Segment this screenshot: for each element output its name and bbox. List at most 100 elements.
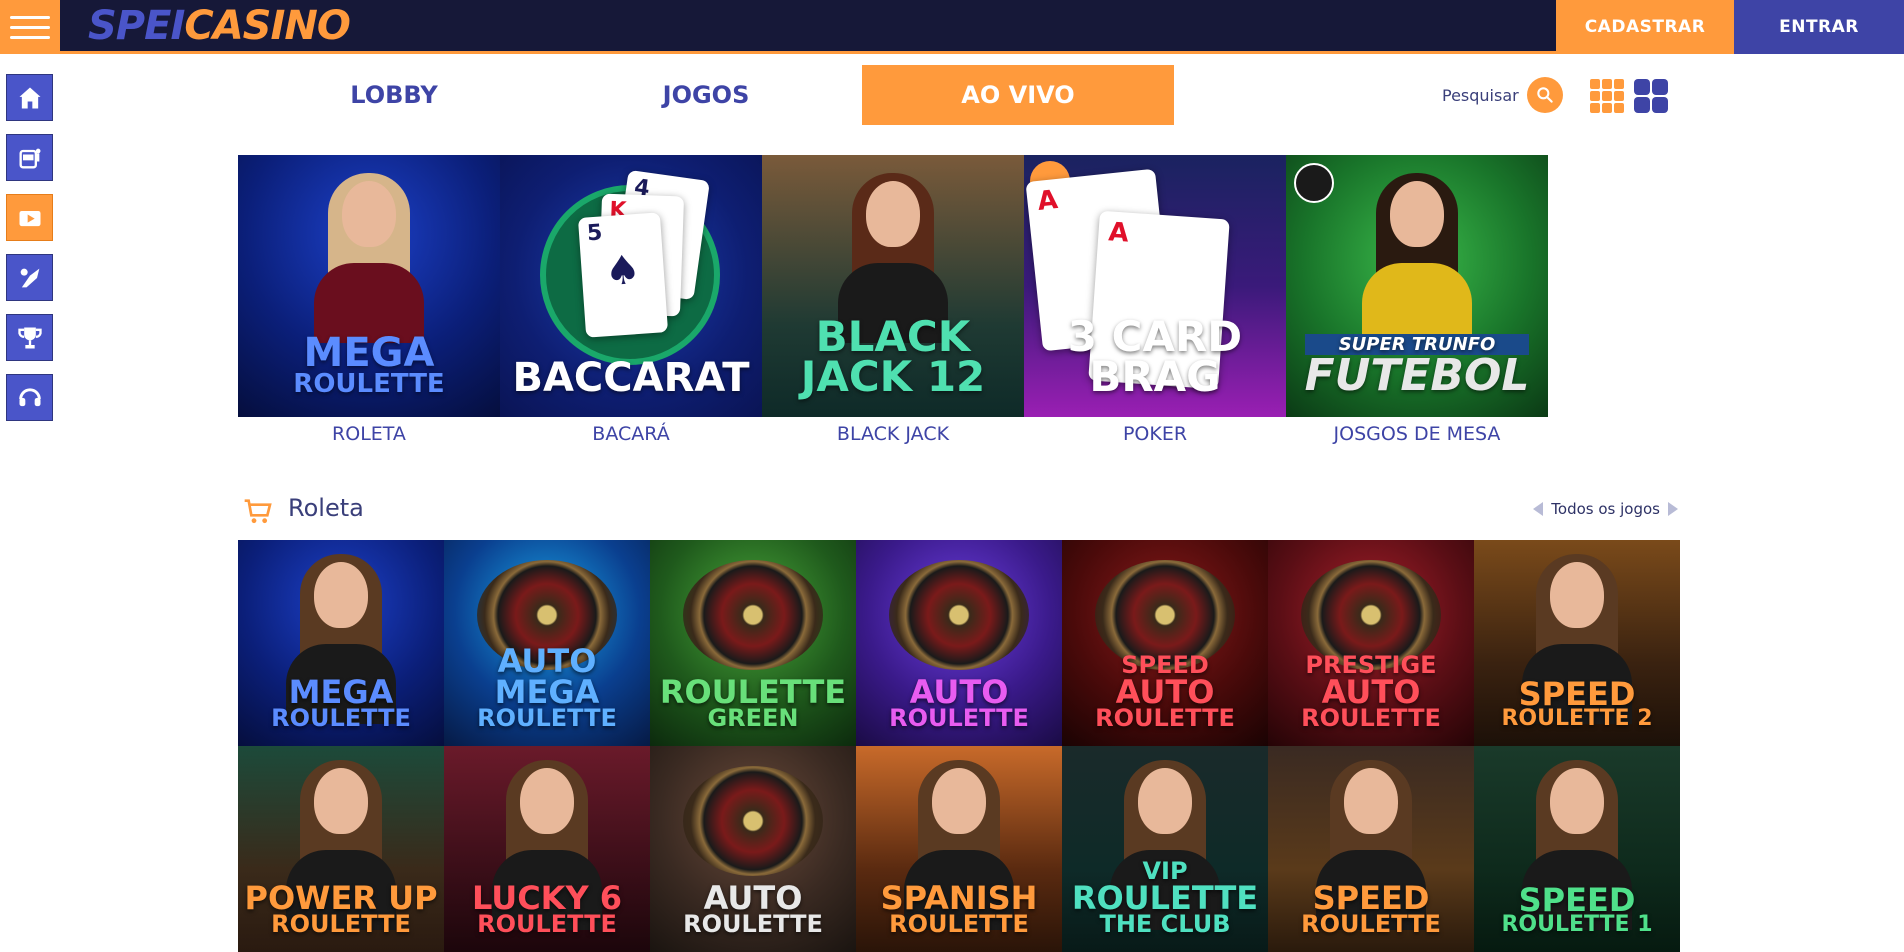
- game-tile[interactable]: AUTO ROULETTE: [856, 540, 1062, 746]
- game-title: SPANISH ROULETTE: [880, 878, 1038, 952]
- site-logo[interactable]: SPEI CASINO: [88, 3, 351, 49]
- roulette-wheel-image: [683, 766, 823, 876]
- register-button[interactable]: CADASTRAR: [1556, 0, 1734, 54]
- dealer-image: [1362, 173, 1472, 343]
- game-title-line: ROULETTE 1: [1501, 912, 1653, 938]
- game-tile[interactable]: PRESTIGE AUTO ROULETTE: [1268, 540, 1474, 746]
- game-tile[interactable]: AUTO MEGA ROULETTE: [444, 540, 650, 746]
- category-jogos-de-mesa[interactable]: SUPER TRUNFO FUTEBOL JOSGOS DE MESA: [1286, 155, 1548, 451]
- game-title-line: THE CLUB: [1099, 910, 1231, 939]
- roulette-wheel-image: [683, 560, 823, 670]
- category-tile-title: MEGA ROULETTE: [293, 330, 445, 400]
- main-nav: LOBBY JOGOS AO VIVO: [238, 65, 1174, 125]
- category-label: BLACK JACK: [836, 423, 950, 445]
- game-title-line: ROULETTE: [889, 704, 1029, 733]
- game-title-line: ROULETTE: [1301, 704, 1441, 733]
- rail-support-button[interactable]: [6, 374, 53, 421]
- game-title-line: LUCKY 6: [471, 878, 623, 917]
- search-label: Pesquisar: [1442, 85, 1519, 105]
- search-control[interactable]: Pesquisar: [1442, 77, 1563, 113]
- rail-slots-button[interactable]: [6, 134, 53, 181]
- category-bacara[interactable]: 4 K 5 ♠ BACCARAT BACARÁ: [500, 155, 762, 451]
- game-title: SPEED ROULETTE 2: [1501, 678, 1653, 746]
- game-title-line: ROULETTE: [477, 704, 617, 733]
- menu-icon[interactable]: [0, 0, 60, 54]
- roulette-wheel-image: [889, 560, 1029, 670]
- top-bar: SPEI CASINO CADASTRAR ENTRAR: [0, 0, 1904, 54]
- game-title-line: ROULETTE: [1095, 704, 1235, 733]
- game-title: POWER UP ROULETTE: [244, 878, 438, 952]
- rail-live-button[interactable]: [6, 194, 53, 241]
- game-tile[interactable]: SPEED ROULETTE 1: [1474, 746, 1680, 952]
- category-image: 4 K 5 ♠ BACCARAT: [500, 155, 762, 417]
- search-button[interactable]: [1526, 77, 1563, 113]
- tab-ao-vivo[interactable]: AO VIVO: [862, 65, 1174, 125]
- play-badge-icon: [1294, 163, 1334, 203]
- game-tile[interactable]: SPEED ROULETTE 2: [1474, 540, 1680, 746]
- category-tile-title: 3 CARD BRAG: [1067, 312, 1243, 402]
- game-title-line: AUTO: [1321, 672, 1421, 711]
- game-tile[interactable]: SPEED ROULETTE: [1268, 746, 1474, 952]
- sports-icon: [20, 268, 39, 287]
- game-title-line: ROULETTE: [683, 910, 823, 939]
- category-black-jack[interactable]: BLACK JACK 12 BLACK JACK: [762, 155, 1024, 451]
- game-grid: MEGA ROULETTE AUTO MEGA ROULETTE ROULETTE GRE…: [238, 540, 1680, 952]
- game-title: ROULETTE GREEN: [659, 672, 847, 746]
- game-title-line: SPEED: [1518, 880, 1636, 919]
- game-tile[interactable]: SPANISH ROULETTE: [856, 746, 1062, 952]
- home-icon: [19, 87, 40, 108]
- game-title: SPEED ROULETTE: [1301, 882, 1441, 952]
- all-games-link[interactable]: Todos os jogos: [1533, 500, 1678, 518]
- game-title: AUTO ROULETTE: [683, 878, 823, 952]
- category-row: MEGA ROULETTE ROLETA 4 K 5 ♠ BACCARAT BAC…: [238, 155, 1548, 451]
- game-title-line: ROULETTE: [1301, 910, 1441, 939]
- live-video-icon: [19, 210, 40, 226]
- game-title-line: ROULETTE: [1071, 878, 1259, 917]
- dealer-image: [838, 173, 948, 343]
- game-title: LUCKY 6 ROULETTE: [471, 878, 623, 952]
- game-tile[interactable]: ROULETTE GREEN: [650, 540, 856, 746]
- rail-tournaments-button[interactable]: [6, 314, 53, 361]
- chevron-left-icon[interactable]: [1533, 502, 1544, 516]
- rail-sports-button[interactable]: [6, 254, 53, 301]
- game-tile[interactable]: MEGA ROULETTE: [238, 540, 444, 746]
- small-grid-view-icon[interactable]: [1590, 79, 1624, 113]
- game-tile[interactable]: VIP ROULETTE THE CLUB: [1062, 746, 1268, 952]
- slot-machine-icon: [19, 148, 40, 168]
- game-title-line: ROULETTE: [477, 910, 617, 939]
- game-title-line: MEGA: [288, 672, 394, 711]
- category-image: MEGA ROULETTE: [238, 155, 500, 417]
- category-label: JOSGOS DE MESA: [1333, 423, 1501, 445]
- game-title-line: ROULETTE: [659, 672, 847, 711]
- game-title-line: ROULETTE: [271, 910, 411, 939]
- login-button[interactable]: ENTRAR: [1734, 0, 1904, 54]
- all-games-label: Todos os jogos: [1551, 500, 1660, 518]
- category-roleta[interactable]: MEGA ROULETTE ROLETA: [238, 155, 500, 451]
- game-title-line: AUTO: [703, 878, 803, 917]
- game-title-line: ROULETTE 2: [1501, 706, 1653, 732]
- tab-jogos[interactable]: JOGOS: [550, 65, 862, 125]
- game-title: PRESTIGE AUTO ROULETTE: [1301, 653, 1441, 746]
- support-icon: [18, 387, 41, 406]
- category-poker[interactable]: A A 3 CARD BRAG POKER: [1024, 155, 1286, 451]
- game-tile[interactable]: SPEED AUTO ROULETTE: [1062, 540, 1268, 746]
- large-grid-view-icon[interactable]: [1634, 79, 1668, 113]
- category-tile-title: BLACK JACK 12: [800, 312, 986, 402]
- game-title: VIP ROULETTE THE CLUB: [1071, 859, 1259, 952]
- game-title: SPEED ROULETTE 1: [1501, 880, 1653, 952]
- game-title-line: POWER UP: [244, 878, 438, 917]
- game-title-line: AUTO MEGA: [494, 642, 600, 711]
- tab-lobby[interactable]: LOBBY: [238, 65, 550, 125]
- game-title: MEGA ROULETTE: [271, 672, 411, 746]
- category-label: ROLETA: [332, 423, 406, 445]
- chevron-right-icon[interactable]: [1668, 502, 1678, 516]
- game-title: SPEED AUTO ROULETTE: [1095, 653, 1235, 746]
- dealer-image: [314, 173, 424, 343]
- rail-home-button[interactable]: [6, 74, 53, 121]
- game-title-line: SPANISH: [880, 878, 1038, 917]
- section-header: Roleta Todos os jogos: [238, 490, 1678, 530]
- game-tile[interactable]: AUTO ROULETTE: [650, 746, 856, 952]
- game-title-line: ROULETTE: [889, 910, 1029, 939]
- game-tile[interactable]: LUCKY 6 ROULETTE: [444, 746, 650, 952]
- game-tile[interactable]: POWER UP ROULETTE: [238, 746, 444, 952]
